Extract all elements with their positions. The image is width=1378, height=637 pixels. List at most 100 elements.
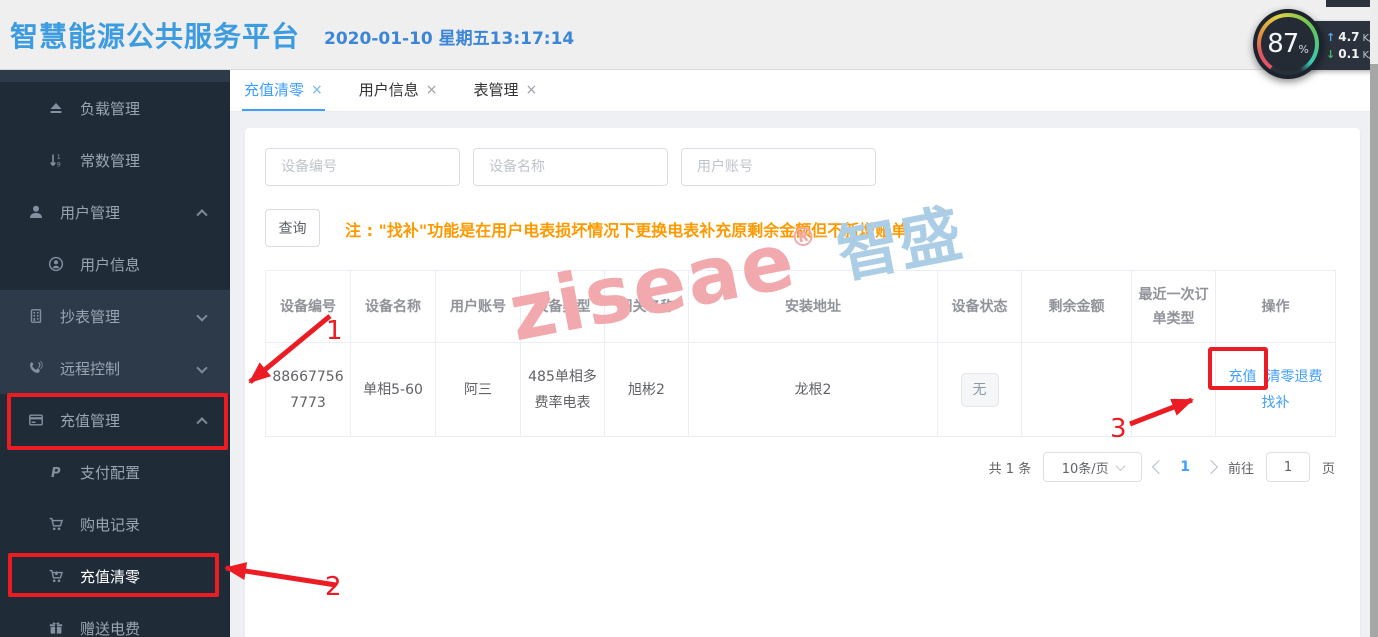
page-size-select[interactable]: 10条/页 [1043, 452, 1142, 482]
cell-device-name: 单相5-60 [351, 343, 436, 437]
close-icon[interactable]: × [311, 82, 323, 98]
user-icon [26, 204, 46, 220]
sidebar-item-payment-config[interactable]: P 支付配置 [0, 446, 230, 498]
goto-label: 前往 [1228, 458, 1254, 477]
recharge-link[interactable]: 充值 [1229, 369, 1257, 385]
sidebar-item-label: 赠送电费 [80, 618, 140, 637]
query-button[interactable]: 查询 [265, 209, 320, 247]
close-icon[interactable]: × [526, 82, 538, 98]
tab-label: 用户信息 [359, 79, 419, 100]
user-account-input[interactable] [681, 148, 876, 186]
sort-numeric-icon: 1 9 [46, 152, 66, 168]
svg-text:P: P [51, 466, 61, 480]
tab-label: 充值清零 [244, 79, 304, 100]
close-icon[interactable]: × [426, 82, 438, 98]
chevron-up-icon [196, 209, 207, 220]
next-page-icon[interactable] [1204, 460, 1218, 474]
sidebar-item-load-management[interactable]: 负载管理 [0, 82, 230, 134]
sidebar-item-recharge-reset[interactable]: 充值清零 [0, 550, 230, 602]
tab-label: 表管理 [474, 79, 519, 100]
cell-user-account: 阿三 [436, 343, 521, 437]
sidebar-item-remote-control[interactable]: 远程控制 [0, 342, 230, 394]
col-device-type: 设备类型 [521, 271, 605, 343]
chevron-down-icon [196, 310, 207, 321]
tab-user-info[interactable]: 用户信息 × [357, 70, 440, 111]
sidebar-item-label: 用户管理 [60, 202, 120, 223]
pagination: 共 1 条 10条/页 1 前往 页 [989, 452, 1335, 482]
total-count: 共 1 条 [989, 458, 1032, 477]
reset-refund-link[interactable]: 清零退费 [1267, 369, 1323, 385]
col-last-order-type: 最近一次订单类型 [1132, 271, 1216, 343]
sidebar-item-recharge-management[interactable]: 充值管理 [0, 394, 230, 446]
page-number[interactable]: 1 [1176, 459, 1194, 475]
gift-icon [46, 620, 66, 636]
svg-text:9: 9 [57, 161, 61, 169]
goto-page-input[interactable] [1266, 452, 1310, 482]
cart-download-icon [46, 568, 66, 584]
sidebar-item-user-info[interactable]: 用户信息 [0, 238, 230, 290]
chevron-down-icon [1115, 461, 1125, 471]
sidebar-item-gift-electricity[interactable]: 赠送电费 [0, 602, 230, 637]
makeup-note: 注 : "找补"功能是在用户电表损坏情况下更换电表补充原剩余金额但不新增账单 [345, 217, 907, 241]
eject-icon [46, 100, 66, 116]
col-user-account: 用户账号 [436, 271, 521, 343]
tab-bar: 充值清零 × 用户信息 × 表管理 × [230, 70, 1370, 112]
sidebar-item-purchase-records[interactable]: 购电记录 [0, 498, 230, 550]
battery-gauge-widget[interactable]: 87 % [1253, 9, 1323, 79]
meter-icon [26, 308, 46, 324]
sidebar-item-label: 常数管理 [80, 150, 140, 171]
table-row: 886677567773 单相5-60 阿三 485单相多费率电表 旭彬2 龙根… [266, 343, 1336, 437]
col-device-number: 设备编号 [266, 271, 351, 343]
col-actions: 操作 [1216, 271, 1336, 343]
device-number-input[interactable] [265, 148, 460, 186]
sidebar-item-user-management[interactable]: 用户管理 [0, 186, 230, 238]
scrollbar-thumb[interactable] [1370, 64, 1378, 637]
vertical-scrollbar [1370, 0, 1378, 637]
sidebar-item-meter-reading[interactable]: 抄表管理 [0, 290, 230, 342]
device-name-input[interactable] [473, 148, 668, 186]
gauge-ring: 87 % [1257, 13, 1319, 75]
content-area: 查询 注 : "找补"功能是在用户电表损坏情况下更换电表补充原剩余金额但不新增账… [230, 112, 1370, 637]
download-speed-value: 0.1 [1338, 47, 1359, 61]
phone-icon [26, 360, 46, 376]
col-device-name: 设备名称 [351, 271, 436, 343]
sidebar-item-label: 充值管理 [60, 410, 120, 431]
filter-row [265, 148, 876, 186]
sidebar-item-label: 用户信息 [80, 254, 140, 275]
table-header-row: 设备编号 设备名称 用户账号 设备类型 网关名称 安装地址 设备状态 剩余金额 … [266, 271, 1336, 343]
col-gateway-name: 网关名称 [605, 271, 689, 343]
chevron-up-icon [196, 417, 207, 428]
tab-recharge-reset[interactable]: 充值清零 × [242, 70, 325, 111]
upload-speed-value: 4.7 [1338, 30, 1359, 44]
tab-meter-management[interactable]: 表管理 × [472, 70, 540, 111]
makeup-link[interactable]: 找补 [1262, 395, 1290, 411]
main-card: 查询 注 : "找补"功能是在用户电表损坏情况下更换电表补充原剩余金额但不新增账… [245, 128, 1360, 637]
download-arrow-icon: ↓ [1326, 48, 1335, 61]
credit-card-icon [26, 412, 46, 428]
col-install-address: 安装地址 [689, 271, 938, 343]
sidebar: 负载管理 1 9 常数管理 用户管理 用户信息 抄表管理 [0, 70, 230, 637]
prev-page-icon[interactable] [1152, 460, 1166, 474]
cell-device-number: 886677567773 [266, 343, 351, 437]
sidebar-item-label: 购电记录 [80, 514, 140, 535]
upload-arrow-icon: ↑ [1326, 31, 1335, 44]
page-size-value: 10条/页 [1062, 458, 1109, 477]
sidebar-item-constant-management[interactable]: 1 9 常数管理 [0, 134, 230, 186]
goto-unit: 页 [1322, 458, 1335, 477]
sidebar-item-label: 远程控制 [60, 358, 120, 379]
app-title: 智慧能源公共服务平台 [10, 15, 300, 55]
cell-last-order-type [1132, 343, 1216, 437]
device-table: 设备编号 设备名称 用户账号 设备类型 网关名称 安装地址 设备状态 剩余金额 … [265, 270, 1336, 437]
cell-device-type: 485单相多费率电表 [521, 343, 605, 437]
header-datetime: 2020-01-10 星期五13:17:14 [324, 24, 574, 49]
cell-remaining-amount [1022, 343, 1132, 437]
cell-gateway-name: 旭彬2 [605, 343, 689, 437]
cell-actions: 充值清零退费 找补 [1216, 343, 1336, 437]
sidebar-item-label: 抄表管理 [60, 306, 120, 327]
gauge-face: 87 % [1261, 17, 1315, 71]
col-remaining-amount: 剩余金额 [1022, 271, 1132, 343]
col-device-status: 设备状态 [938, 271, 1022, 343]
cell-install-address: 龙根2 [689, 343, 938, 437]
battery-percent-unit: % [1298, 43, 1308, 56]
cell-device-status: 无 [938, 343, 1022, 437]
